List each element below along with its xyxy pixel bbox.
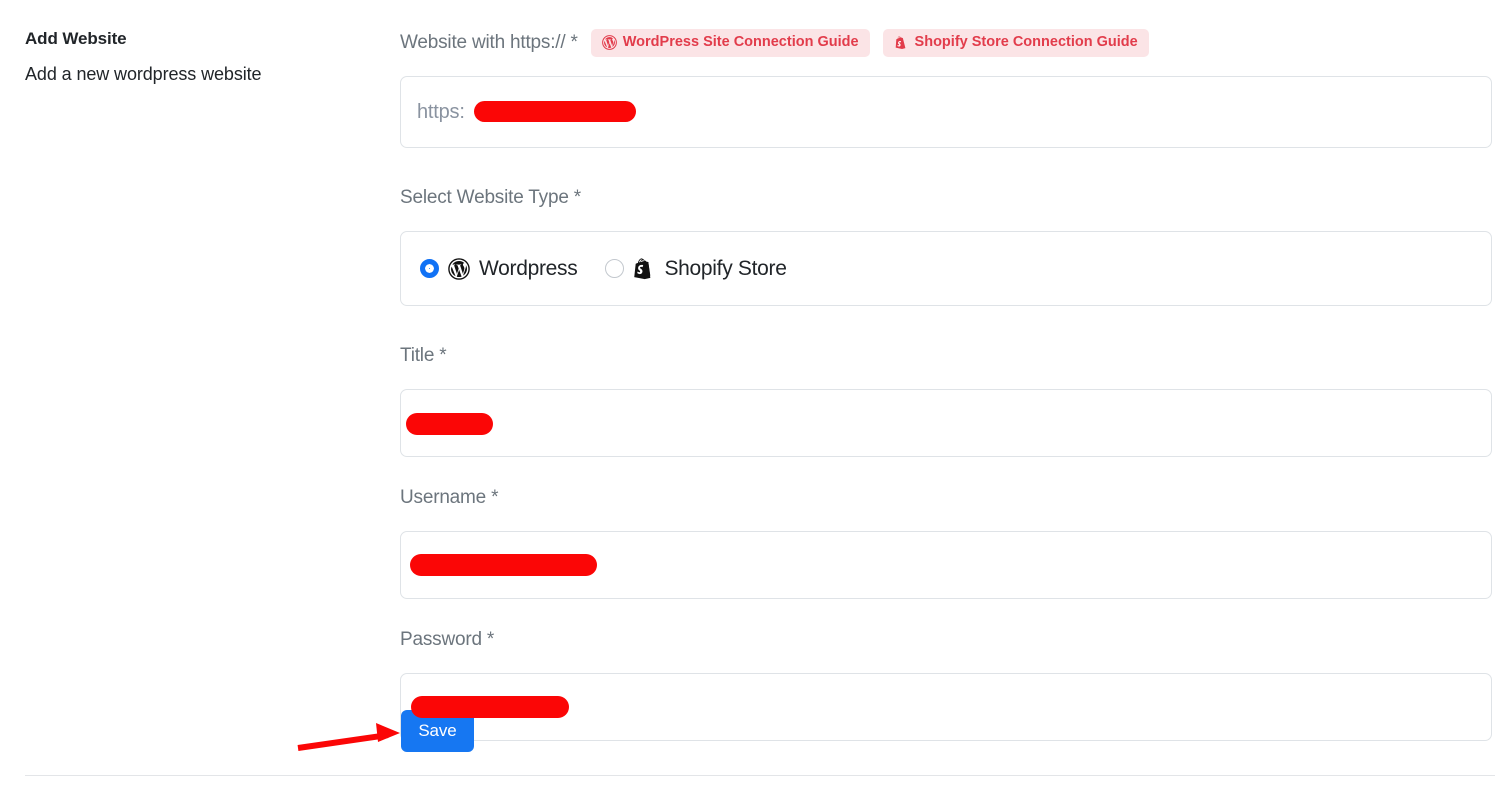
wordpress-connection-guide-badge[interactable]: WordPress Site Connection Guide — [590, 29, 870, 57]
page-title: Add Website — [25, 29, 127, 48]
bottom-divider — [25, 775, 1495, 776]
shopify-connection-guide-badge[interactable]: Shopify Store Connection Guide — [882, 29, 1149, 57]
add-website-page: Add Website Add a new wordpress website … — [0, 0, 1510, 790]
wordpress-icon — [448, 257, 470, 280]
page-subtitle: Add a new wordpress website — [25, 64, 262, 85]
username-label: Username * — [400, 487, 499, 508]
radio-option-shopify[interactable]: Shopify Store — [605, 256, 787, 281]
radio-indicator-shopify[interactable] — [605, 259, 625, 278]
shopify-icon — [894, 35, 909, 50]
redaction-bar-password — [411, 696, 569, 718]
title-input[interactable] — [400, 389, 1492, 457]
username-label-row: Username * — [400, 481, 1492, 515]
password-label: Password * — [400, 629, 495, 650]
shopify-guide-label: Shopify Store Connection Guide — [914, 34, 1138, 51]
website-type-radio-group: Wordpress Shopify Store — [400, 231, 1492, 306]
website-url-label-row: Website with https:// * WordPress Site C… — [400, 26, 1492, 60]
shopify-icon — [633, 257, 655, 280]
radio-label-wordpress: Wordpress — [479, 256, 578, 280]
panel-description: Add Website Add a new wordpress website — [25, 28, 375, 86]
website-url-label: Website with https:// * — [400, 32, 578, 53]
wordpress-icon — [601, 35, 617, 50]
add-website-form: Website with https:// * WordPress Site C… — [400, 26, 1492, 741]
radio-label-shopify: Shopify Store — [664, 256, 787, 280]
redaction-bar-title — [406, 413, 493, 435]
radio-option-wordpress[interactable]: Wordpress — [420, 256, 578, 281]
username-input[interactable] — [400, 531, 1492, 599]
website-type-label: Select Website Type * — [400, 187, 581, 208]
title-label: Title * — [400, 345, 447, 366]
radio-indicator-wordpress[interactable] — [420, 259, 439, 278]
website-url-value: https: — [417, 100, 465, 123]
password-label-row: Password * — [400, 623, 1492, 657]
website-type-label-row: Select Website Type * — [400, 181, 1492, 215]
website-url-input[interactable]: https: — [400, 76, 1492, 148]
redaction-bar-url — [474, 101, 636, 122]
wordpress-guide-label: WordPress Site Connection Guide — [622, 34, 859, 51]
redaction-bar-username — [410, 554, 597, 576]
annotation-arrow — [297, 723, 400, 751]
password-input[interactable] — [400, 673, 1492, 741]
title-label-row: Title * — [400, 339, 1492, 373]
